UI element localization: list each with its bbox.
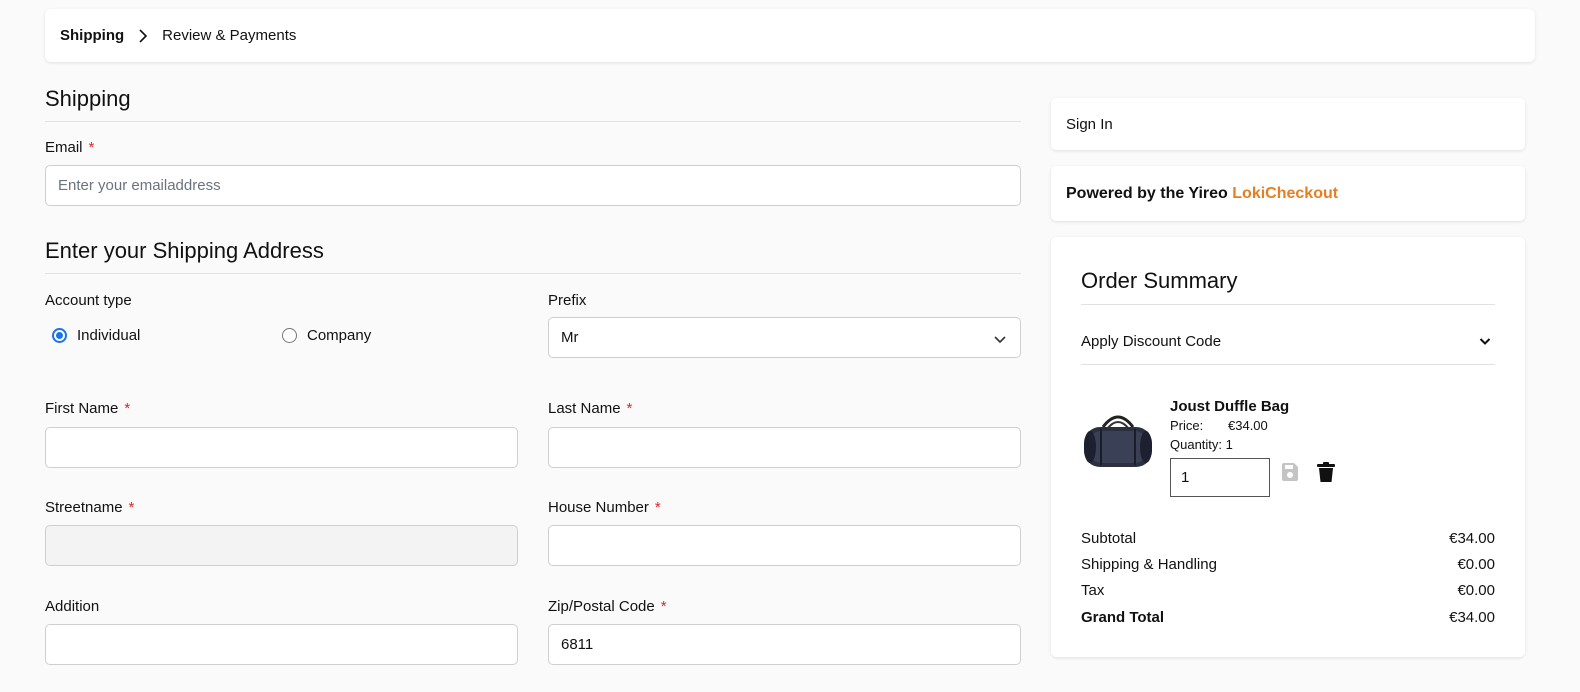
- zip-value: 6811: [561, 636, 594, 653]
- chevron-down-icon: [1479, 337, 1491, 346]
- radio-individual[interactable]: Individual: [52, 327, 140, 344]
- quantity-input[interactable]: 1: [1170, 458, 1270, 497]
- discount-toggle[interactable]: Apply Discount Code: [1081, 333, 1495, 350]
- shipping-row: Shipping & Handling €0.00: [1081, 556, 1495, 573]
- shipping-title: Shipping: [45, 86, 131, 111]
- radio-company-dot[interactable]: [282, 328, 297, 343]
- tax-row: Tax €0.00: [1081, 582, 1495, 599]
- house-number-label: House Number *: [548, 499, 661, 516]
- radio-company[interactable]: Company: [282, 327, 371, 344]
- sign-in-card[interactable]: Sign In: [1051, 98, 1525, 150]
- breadcrumb: Shipping Review & Payments: [45, 9, 1535, 62]
- chevron-right-icon: [138, 28, 148, 43]
- email-field[interactable]: Enter your emailaddress: [45, 165, 1021, 206]
- radio-individual-dot[interactable]: [52, 328, 67, 343]
- prefix-select[interactable]: Mr: [548, 317, 1021, 358]
- brand-link[interactable]: LokiCheckout: [1232, 185, 1338, 202]
- divider: [45, 273, 1021, 274]
- prefix-value: Mr: [561, 329, 579, 346]
- divider: [45, 121, 1021, 122]
- powered-by-text: Powered by the Yireo LokiCheckout: [1066, 184, 1339, 202]
- product-name[interactable]: Joust Duffle Bag: [1170, 398, 1289, 415]
- prefix-label: Prefix: [548, 292, 587, 309]
- product-price-row: Price: €34.00: [1170, 418, 1268, 433]
- product-qty-row: Quantity: 1: [1170, 437, 1233, 452]
- order-summary-title: Order Summary: [1081, 268, 1238, 293]
- first-name-field[interactable]: [45, 427, 518, 468]
- last-name-field[interactable]: [548, 427, 1021, 468]
- account-type-label: Account type: [45, 292, 132, 309]
- trash-icon[interactable]: [1316, 461, 1336, 487]
- save-icon[interactable]: [1280, 462, 1300, 486]
- street-field[interactable]: [45, 525, 518, 566]
- addition-field[interactable]: [45, 624, 518, 665]
- chevron-down-icon: [994, 332, 1006, 349]
- divider: [1081, 364, 1495, 365]
- email-label: Email *: [45, 139, 95, 156]
- breadcrumb-next[interactable]: Review & Payments: [162, 27, 296, 44]
- last-name-label: Last Name *: [548, 400, 633, 417]
- grand-total-row: Grand Total €34.00: [1081, 609, 1495, 626]
- divider: [1081, 304, 1495, 305]
- order-summary-card: Order Summary Apply Discount Code Joust …: [1051, 237, 1525, 657]
- powered-by-card: Powered by the Yireo LokiCheckout: [1051, 166, 1525, 221]
- required-mark: *: [88, 139, 95, 156]
- radio-company-label: Company: [307, 327, 372, 344]
- first-name-label: First Name *: [45, 400, 131, 417]
- breadcrumb-current[interactable]: Shipping: [60, 27, 124, 44]
- house-number-field[interactable]: [548, 525, 1021, 566]
- product-image: [1081, 405, 1155, 475]
- radio-individual-label: Individual: [77, 327, 141, 344]
- addition-label: Addition: [45, 598, 100, 615]
- address-title: Enter your Shipping Address: [45, 238, 324, 263]
- subtotal-row: Subtotal €34.00: [1081, 530, 1495, 547]
- zip-label: Zip/Postal Code *: [548, 598, 667, 615]
- sign-in-link[interactable]: Sign In: [1066, 116, 1113, 133]
- discount-label: Apply Discount Code: [1081, 333, 1222, 350]
- email-placeholder: Enter your emailaddress: [58, 177, 221, 194]
- zip-field[interactable]: 6811: [548, 624, 1021, 665]
- street-label: Streetname *: [45, 499, 135, 516]
